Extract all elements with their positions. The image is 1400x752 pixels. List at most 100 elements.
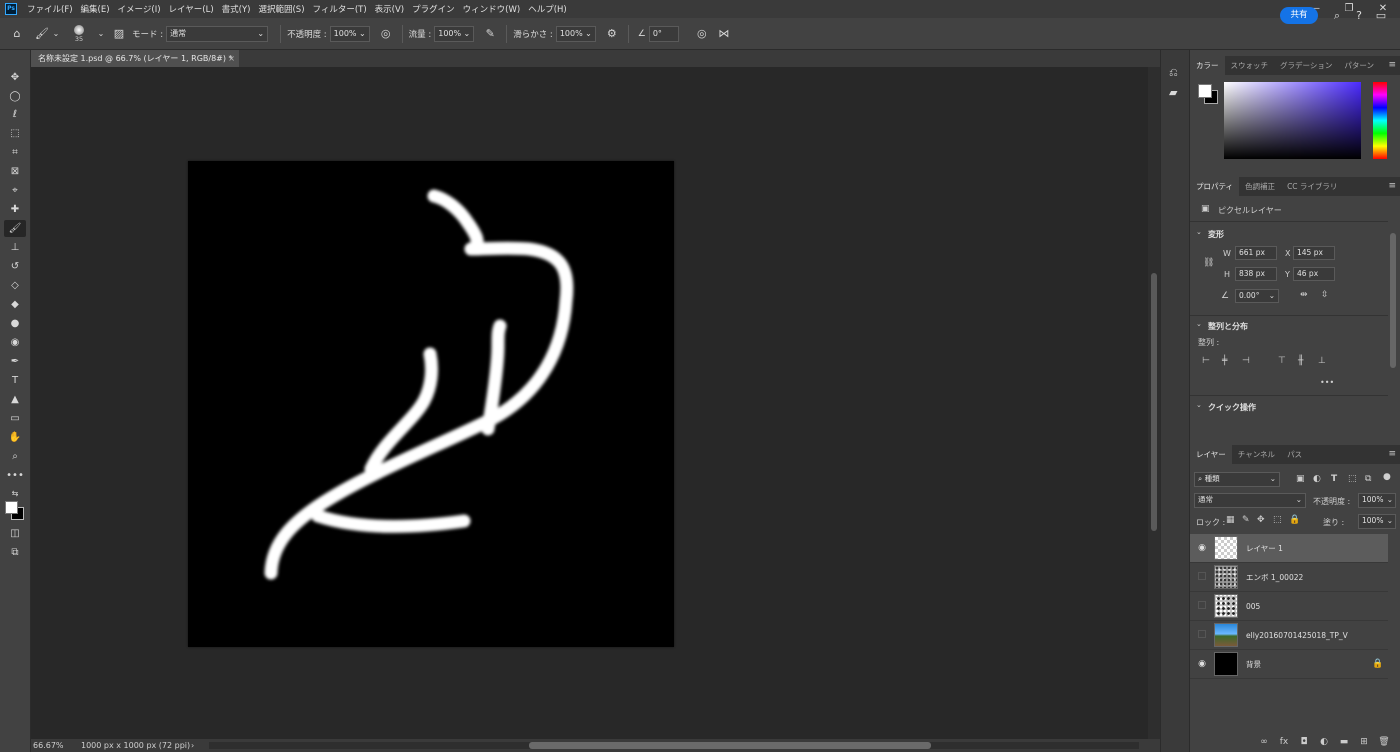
crop-tool-icon[interactable]: ⌗: [4, 144, 26, 161]
lock-image-pixels-icon[interactable]: ✎: [1242, 515, 1250, 525]
layer-row[interactable]: ◉ 背景 🔒: [1190, 650, 1388, 679]
fill-input[interactable]: 100% ⌄: [1358, 514, 1396, 529]
panel-menu-icon[interactable]: ≡: [1388, 177, 1396, 196]
canvas-area[interactable]: [31, 67, 1148, 739]
angle-input[interactable]: 0°: [648, 25, 679, 42]
flow-input[interactable]: 100% ⌄: [434, 25, 475, 42]
screen-mode-icon[interactable]: ⧉: [4, 544, 26, 561]
tab-adjustments[interactable]: 色調補正: [1239, 177, 1281, 196]
history-brush-tool-icon[interactable]: ↺: [4, 258, 26, 275]
visibility-toggle[interactable]: [1190, 600, 1214, 612]
gear-icon[interactable]: ⚙: [602, 26, 622, 42]
more-options-icon[interactable]: •••: [1320, 378, 1334, 387]
filter-shape-icon[interactable]: ⬚: [1348, 474, 1357, 484]
paint-bucket-tool-icon[interactable]: ◆: [4, 296, 26, 313]
y-input[interactable]: 46 px: [1293, 267, 1335, 281]
properties-scrollbar[interactable]: [1388, 225, 1398, 447]
lasso-tool-icon[interactable]: ℓ: [4, 106, 26, 123]
tab-properties[interactable]: プロパティ: [1190, 177, 1240, 196]
brush-tool-preset-icon[interactable]: 🖌: [34, 26, 50, 42]
pen-tool-icon[interactable]: ✒: [4, 353, 26, 370]
delete-layer-icon[interactable]: 🗑: [1374, 737, 1394, 747]
help-icon[interactable]: ?: [1348, 7, 1370, 24]
color-panel-foreground[interactable]: [1198, 84, 1212, 98]
tab-layers[interactable]: レイヤー: [1190, 445, 1232, 464]
zoom-level[interactable]: 66.67%: [31, 741, 73, 750]
layer-name[interactable]: レイヤー 1: [1246, 543, 1388, 554]
home-icon[interactable]: ⌂: [0, 26, 34, 42]
layer-row[interactable]: 005: [1190, 592, 1388, 621]
chevron-down-icon[interactable]: ⌄: [96, 26, 106, 42]
workspace-icon[interactable]: ▭: [1370, 7, 1392, 24]
visibility-eye-icon[interactable]: ◉: [1190, 659, 1214, 669]
eraser-tool-icon[interactable]: ◇: [4, 277, 26, 294]
eyedropper-tool-icon[interactable]: ⌖: [4, 182, 26, 199]
layer-name[interactable]: elly20160701425018_TP_V: [1246, 631, 1388, 640]
lock-artboard-icon[interactable]: ⬚: [1273, 515, 1282, 525]
align-vertical-center-icon[interactable]: ╫: [1298, 356, 1303, 366]
layer-name[interactable]: 背景: [1246, 659, 1368, 670]
filter-adjustment-icon[interactable]: ◐: [1313, 474, 1321, 484]
filter-toggle-icon[interactable]: ●: [1383, 472, 1391, 482]
align-left-icon[interactable]: ⊢: [1202, 356, 1210, 366]
align-right-icon[interactable]: ⊣: [1242, 356, 1250, 366]
filter-type-icon[interactable]: T: [1331, 474, 1337, 484]
color-picker-field[interactable]: [1224, 82, 1361, 159]
tab-cc-libraries[interactable]: CC ライブラリ: [1281, 177, 1343, 196]
filter-pixel-icon[interactable]: ▣: [1296, 474, 1305, 484]
swap-colors-icon[interactable]: ⇆: [4, 485, 26, 502]
tab-patterns[interactable]: パターン: [1338, 56, 1380, 75]
link-layers-icon[interactable]: ∞: [1254, 737, 1274, 747]
hue-slider[interactable]: [1373, 82, 1387, 159]
brush-size-picker[interactable]: 35: [68, 24, 90, 43]
new-group-icon[interactable]: ▬: [1334, 737, 1354, 747]
document-tab[interactable]: 名称未設定 1.psd @ 66.7% (レイヤー 1, RGB/8#) * ×: [31, 50, 239, 67]
comments-icon[interactable]: ▰: [1169, 86, 1177, 99]
object-selection-tool-icon[interactable]: ⬚: [4, 125, 26, 142]
lock-position-icon[interactable]: ✥: [1257, 515, 1265, 525]
marquee-tool-icon[interactable]: ◯: [4, 88, 26, 105]
flip-vertical-icon[interactable]: ⇳: [1321, 290, 1329, 300]
menu-select[interactable]: 選択範囲(S): [254, 3, 308, 15]
layer-style-fx-icon[interactable]: fx: [1274, 737, 1294, 747]
brush-tool-icon[interactable]: 🖌: [4, 220, 26, 237]
menu-type[interactable]: 書式(Y): [218, 3, 255, 15]
panel-menu-icon[interactable]: ≡: [1388, 56, 1396, 75]
dodge-tool-icon[interactable]: ◉: [4, 334, 26, 351]
lock-all-icon[interactable]: 🔒: [1289, 515, 1300, 525]
opacity-input[interactable]: 100% ⌄: [329, 25, 370, 42]
lock-transparent-pixels-icon[interactable]: ▦: [1226, 515, 1235, 525]
search-icon[interactable]: ⌕: [1326, 7, 1348, 24]
filter-smart-object-icon[interactable]: ⧉: [1365, 474, 1371, 484]
x-input[interactable]: 145 px: [1293, 246, 1335, 260]
menu-view[interactable]: 表示(V): [371, 3, 408, 15]
symmetry-icon[interactable]: ⋈: [713, 26, 735, 42]
chevron-down-icon[interactable]: ⌄: [50, 26, 62, 42]
healing-brush-tool-icon[interactable]: ✚: [4, 201, 26, 218]
align-horizontal-center-icon[interactable]: ╪: [1222, 356, 1227, 366]
document-canvas[interactable]: [188, 161, 674, 647]
blend-mode-select[interactable]: 通常 ⌄: [1194, 493, 1306, 508]
history-icon[interactable]: ⎌: [1169, 66, 1178, 80]
chevron-down-icon[interactable]: ⌄: [1196, 228, 1202, 236]
new-layer-icon[interactable]: ⊞: [1354, 737, 1374, 747]
width-input[interactable]: 661 px: [1235, 246, 1277, 260]
close-tab-icon[interactable]: ×: [228, 50, 235, 67]
layer-row[interactable]: エンボ 1_00022: [1190, 563, 1388, 592]
new-adjustment-layer-icon[interactable]: ◐: [1314, 737, 1334, 747]
vertical-scrollbar[interactable]: [1148, 67, 1160, 739]
menu-help[interactable]: ヘルプ(H): [524, 3, 571, 15]
clone-stamp-tool-icon[interactable]: ⊥: [4, 239, 26, 256]
menu-file[interactable]: ファイル(F): [23, 3, 77, 15]
flip-horizontal-icon[interactable]: ⇹: [1300, 290, 1308, 300]
smoothing-input[interactable]: 100% ⌄: [555, 25, 596, 42]
tab-channels[interactable]: チャンネル: [1232, 445, 1281, 464]
move-tool-icon[interactable]: ✥: [4, 69, 26, 86]
share-button[interactable]: 共有: [1280, 7, 1318, 24]
quick-mask-icon[interactable]: ◫: [4, 525, 26, 542]
menu-edit[interactable]: 編集(E): [77, 3, 114, 15]
visibility-toggle[interactable]: [1190, 571, 1214, 583]
horizontal-scrollbar[interactable]: [209, 742, 1139, 749]
properties-scroll-thumb[interactable]: [1390, 233, 1396, 368]
tab-swatches[interactable]: スウォッチ: [1225, 56, 1275, 75]
